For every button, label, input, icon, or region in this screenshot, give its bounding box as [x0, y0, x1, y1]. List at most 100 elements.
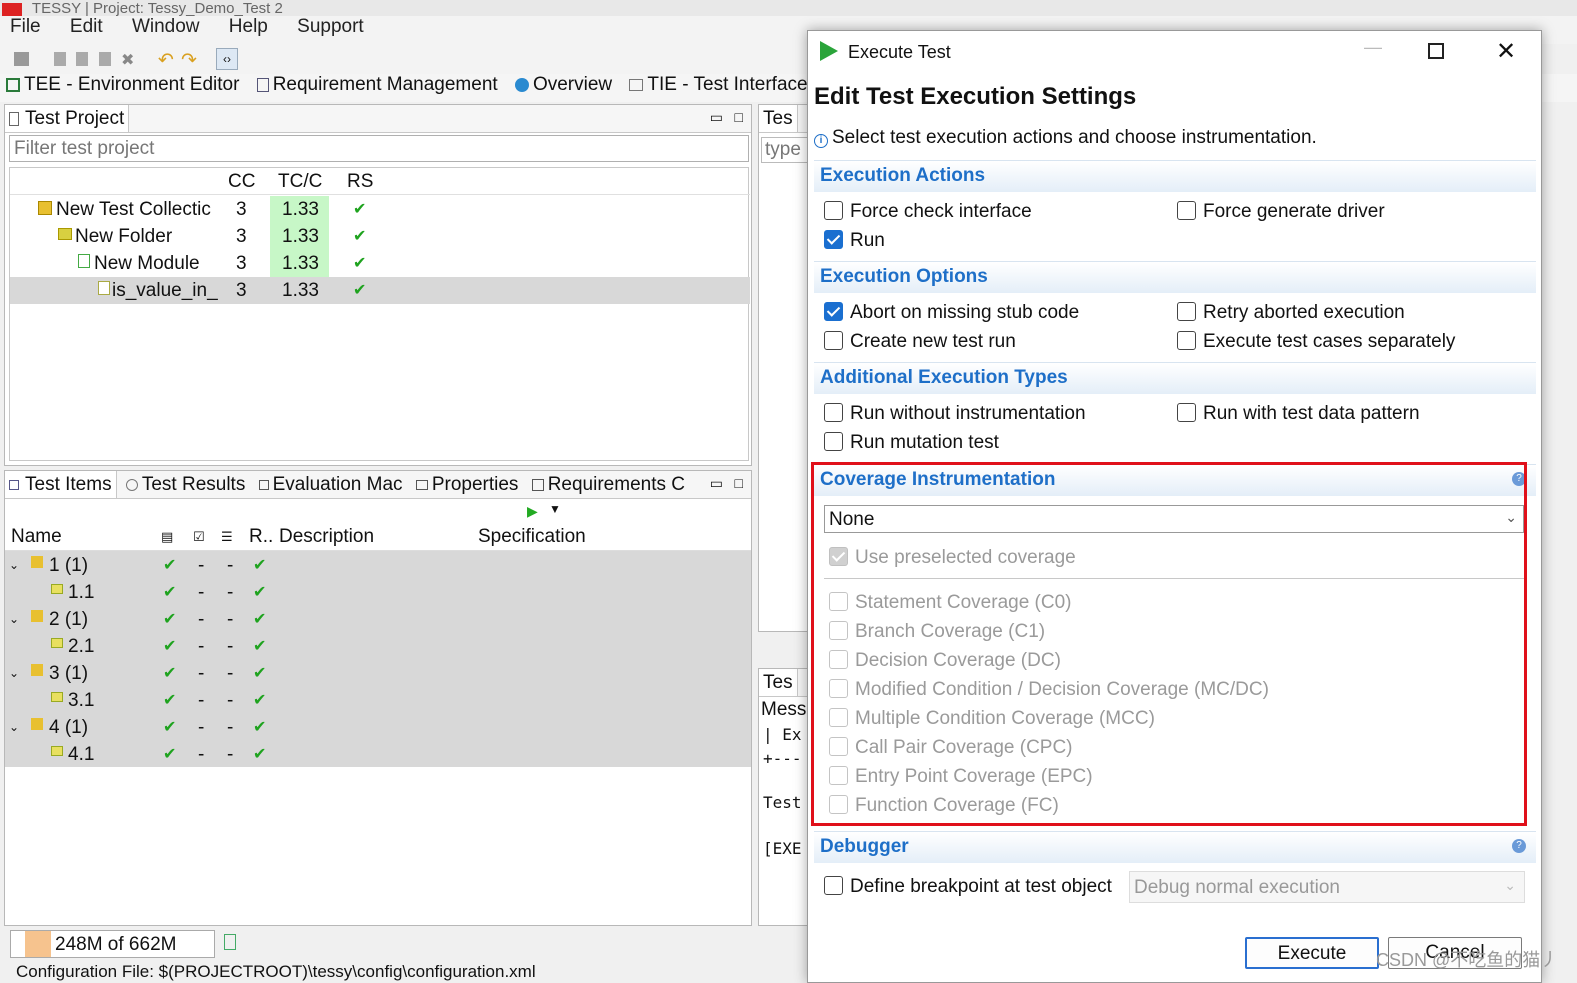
col-description[interactable]: Description [279, 523, 374, 550]
checkbox-box[interactable] [1177, 201, 1196, 220]
tree-row[interactable]: New Test Collectic 3 1.33 ✔ [10, 196, 750, 223]
chevron-down-icon[interactable]: ⌄ [9, 660, 19, 687]
checkbox-box[interactable] [824, 876, 843, 895]
test-project-filter-input[interactable]: Filter test project [9, 135, 749, 162]
run-mutation-test-checkbox[interactable]: Run mutation test [824, 430, 999, 456]
col-check-icon[interactable]: ☑ [193, 523, 205, 550]
dialog-window-title: Execute Test [848, 42, 951, 62]
col-specification[interactable]: Specification [478, 523, 586, 550]
minimize-icon[interactable]: ▭ [710, 475, 723, 492]
trash-icon[interactable] [224, 934, 236, 950]
col-r[interactable]: R.. [249, 523, 273, 550]
table-row[interactable]: 3.1 ✔ - - ✔ [5, 687, 751, 714]
define-breakpoint-checkbox[interactable]: Define breakpoint at test object [824, 874, 1112, 900]
table-row[interactable]: ⌄ 4 (1) ✔ - - ✔ [5, 714, 751, 741]
table-row[interactable]: ⌄ 2 (1) ✔ - - ✔ [5, 606, 751, 633]
chevron-down-icon[interactable]: ⌄ [9, 714, 19, 741]
checkbox-box-checked[interactable] [824, 230, 843, 249]
chevron-down-icon[interactable]: ⌄ [9, 606, 19, 633]
console-line: [EXE [763, 839, 802, 858]
tab-test-messages[interactable]: Tes [759, 669, 798, 696]
tree-row-cc: 3 [236, 280, 247, 301]
paste-icon[interactable] [99, 52, 111, 66]
menu-edit[interactable]: Edit [70, 16, 103, 37]
run-icon[interactable]: ▶ [527, 503, 538, 520]
tab-evaluation-macros[interactable]: Evaluation Mac [255, 471, 407, 498]
table-row[interactable]: 4.1 ✔ - - ✔ [5, 741, 751, 768]
tab-test-project[interactable]: Test Project [5, 105, 130, 132]
table-row[interactable]: ⌄ 3 (1) ✔ - - ✔ [5, 660, 751, 687]
save-icon[interactable] [14, 52, 29, 66]
table-row[interactable]: 1.1 ✔ - - ✔ [5, 579, 751, 606]
maximize-icon[interactable]: □ [735, 475, 743, 491]
delete-icon[interactable]: ✖ [121, 50, 134, 70]
perspective-overview[interactable]: Overview [514, 74, 612, 96]
menu-support[interactable]: Support [297, 16, 364, 37]
create-new-run-checkbox[interactable]: Create new test run [824, 329, 1016, 355]
execute-button[interactable]: Execute [1245, 937, 1379, 969]
perspective-requirements-label: Requirement Management [272, 74, 498, 95]
split-editor-icon[interactable]: ‹› [216, 48, 238, 70]
tree-row[interactable]: New Folder 3 1.33 ✔ [10, 223, 750, 250]
col-rs[interactable]: RS [347, 168, 373, 195]
checkbox-box[interactable] [824, 432, 843, 451]
undo-icon[interactable]: ↶ [158, 49, 174, 72]
tab-test-items[interactable]: Test Items [5, 471, 117, 498]
checkbox-label: Run with test data pattern [1203, 403, 1420, 424]
tab-requirements-coverage[interactable]: Requirements C [528, 471, 689, 498]
col-tcc[interactable]: TC/C [278, 168, 322, 195]
perspective-tee[interactable]: TEE - Environment Editor [6, 74, 239, 96]
menu-window[interactable]: Window [132, 16, 200, 37]
col-name[interactable]: Name [11, 523, 62, 550]
minimize-icon[interactable]: — [1364, 37, 1382, 58]
execute-separately-checkbox[interactable]: Execute test cases separately [1177, 329, 1455, 355]
debug-mode-select[interactable]: Debug normal execution ⌄ [1129, 871, 1525, 903]
abort-missing-stub-checkbox[interactable]: Abort on missing stub code [824, 300, 1079, 326]
checkbox-box-checked[interactable] [824, 302, 843, 321]
force-generate-driver-checkbox[interactable]: Force generate driver [1177, 199, 1385, 225]
run-test-data-pattern-checkbox[interactable]: Run with test data pattern [1177, 401, 1420, 427]
cut-icon[interactable] [54, 52, 66, 66]
tree-row-selected[interactable]: is_value_in_ 3 1.33 ✔ [10, 277, 750, 304]
tab-test-results[interactable]: Test Results [122, 471, 249, 498]
retry-aborted-checkbox[interactable]: Retry aborted execution [1177, 300, 1405, 326]
redo-icon[interactable]: ↷ [181, 49, 197, 72]
table-row[interactable]: 2.1 ✔ - - ✔ [5, 633, 751, 660]
checkbox-box[interactable] [824, 403, 843, 422]
checkbox-box[interactable] [824, 201, 843, 220]
table-row[interactable]: ⌄ 1 (1) ✔ - - ✔ [5, 552, 751, 579]
memory-indicator[interactable]: 248M of 662M [10, 930, 215, 958]
chevron-down-icon[interactable]: ⌄ [1504, 877, 1516, 894]
tree-row[interactable]: New Module 3 1.33 ✔ [10, 250, 750, 277]
row-dash: - [198, 690, 205, 711]
chevron-down-icon[interactable]: ⌄ [9, 552, 19, 579]
run-without-instrumentation-checkbox[interactable]: Run without instrumentation [824, 401, 1086, 427]
checkbox-box[interactable] [1177, 403, 1196, 422]
copy-icon[interactable] [76, 52, 88, 66]
watermark: CSDN @不吃鱼的猫丿 [1376, 950, 1559, 970]
force-check-interface-checkbox[interactable]: Force check interface [824, 199, 1032, 225]
perspective-requirements[interactable]: Requirement Management [256, 74, 498, 96]
col-cc[interactable]: CC [228, 168, 255, 195]
tab-properties[interactable]: Properties [412, 471, 523, 498]
close-icon[interactable]: ✕ [1496, 37, 1516, 66]
checkbox-box[interactable] [824, 331, 843, 350]
menu-file[interactable]: File [10, 16, 41, 37]
run-checkbox[interactable]: Run [824, 228, 885, 254]
status-bar: 248M of 662M Configuration File: $(PROJE… [0, 928, 810, 983]
minimize-icon[interactable]: ▭ [710, 109, 723, 126]
tab-test-interface[interactable]: Tes [759, 105, 798, 132]
row-name: 3 (1) [49, 663, 89, 684]
perspective-tie[interactable]: TIE - Test Interface E [629, 74, 826, 96]
checkbox-box[interactable] [1177, 331, 1196, 350]
help-icon[interactable]: ? [1512, 839, 1526, 853]
menu-help[interactable]: Help [229, 16, 268, 37]
col-flag-icon[interactable]: ▤ [161, 523, 173, 550]
chevron-down-icon[interactable]: ▼ [549, 502, 561, 516]
maximize-icon[interactable]: □ [735, 109, 743, 125]
row-dash: - [227, 582, 234, 603]
checkbox-box[interactable] [1177, 302, 1196, 321]
col-list-icon[interactable]: ☰ [221, 523, 233, 550]
maximize-icon[interactable] [1428, 43, 1444, 59]
tree-row-cc: 3 [236, 253, 247, 274]
